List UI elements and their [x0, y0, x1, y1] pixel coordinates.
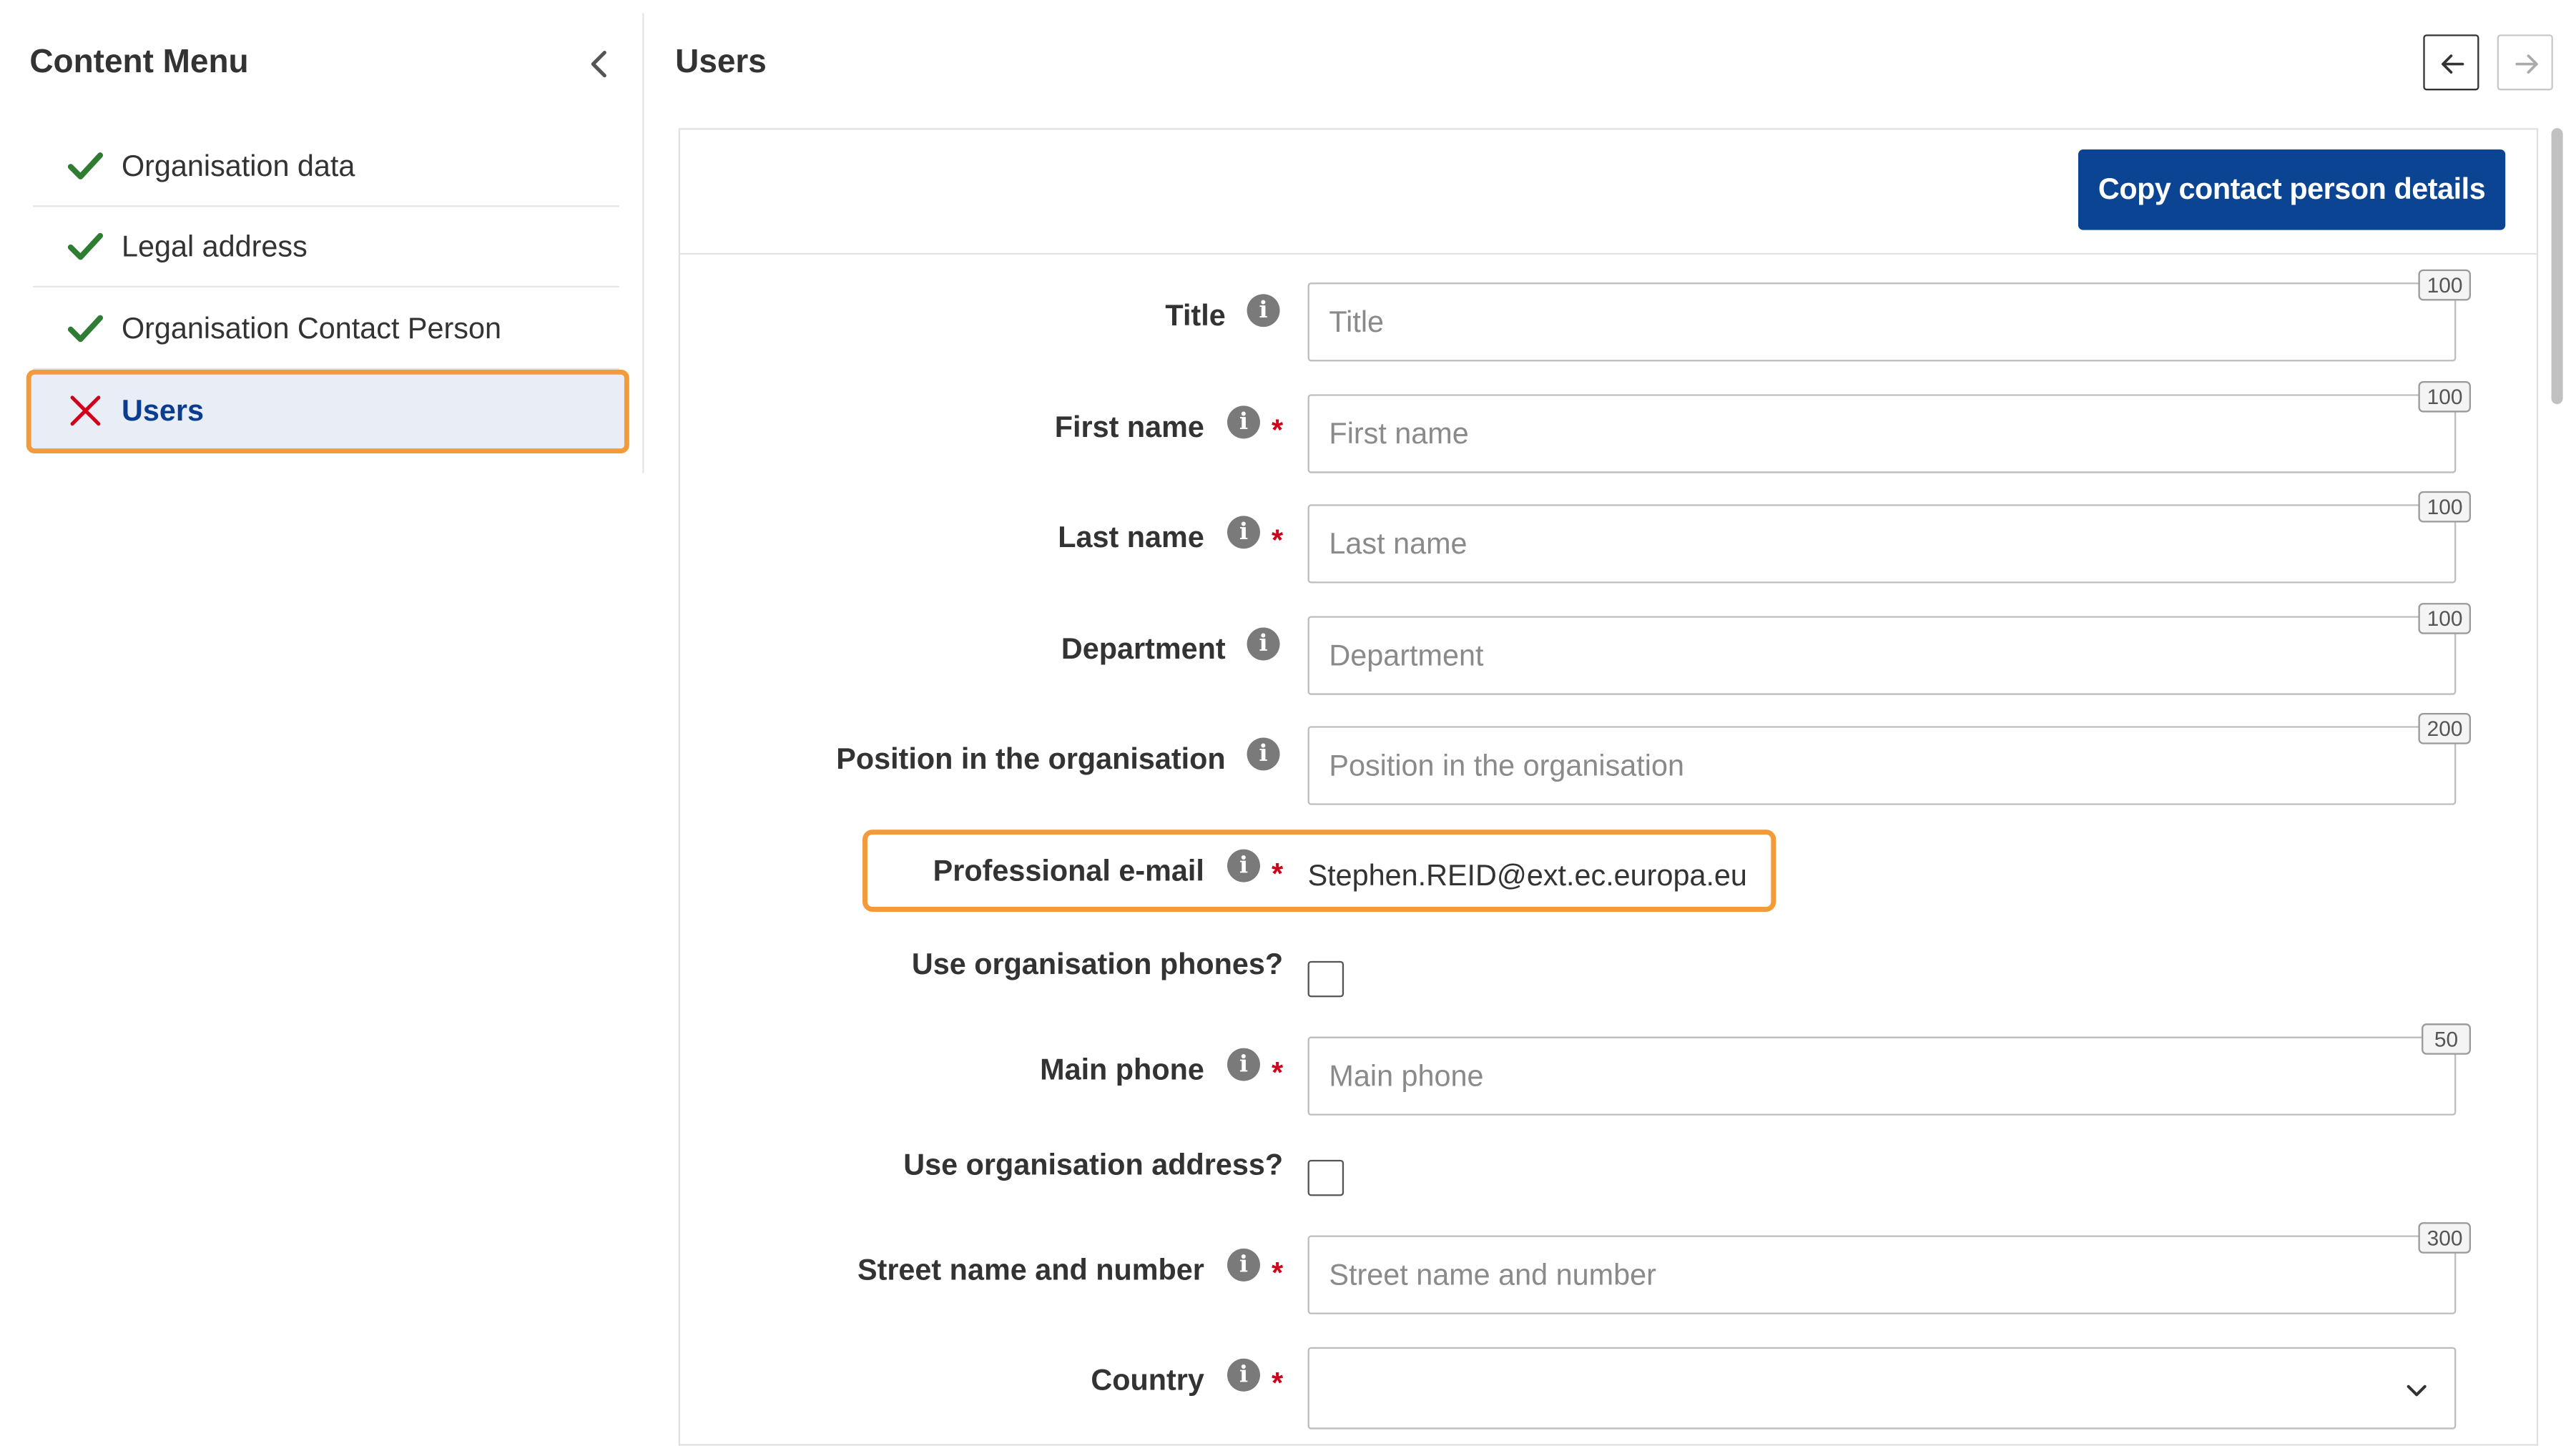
- department-input[interactable]: [1309, 617, 2414, 694]
- sidebar-divider: [642, 13, 644, 473]
- last-name-input[interactable]: [1309, 506, 2414, 582]
- first-name-char-limit-badge: 100: [2419, 380, 2471, 413]
- title-label: Title: [1165, 299, 1226, 333]
- position-input[interactable]: [1309, 727, 2414, 804]
- department-label: Department: [1061, 632, 1226, 666]
- check-icon: [67, 152, 104, 179]
- info-icon[interactable]: i: [1227, 1248, 1260, 1282]
- last-name-field[interactable]: 100: [1307, 491, 2471, 584]
- info-icon[interactable]: i: [1227, 516, 1260, 549]
- info-icon[interactable]: i: [1247, 627, 1280, 661]
- next-section-button[interactable]: [2497, 34, 2553, 91]
- previous-section-button[interactable]: [2423, 34, 2479, 91]
- email-label: Professional e-mail: [933, 854, 1204, 887]
- last-name-label: Last name: [1058, 521, 1204, 554]
- country-select[interactable]: [1307, 1347, 2457, 1430]
- main-phone-char-limit-badge: 50: [2422, 1023, 2471, 1055]
- required-asterisk: *: [1272, 1256, 1284, 1290]
- position-char-limit-badge: 200: [2419, 712, 2471, 744]
- check-icon: [67, 315, 104, 343]
- required-asterisk: *: [1272, 1056, 1284, 1090]
- position-label: Position in the organisation: [836, 742, 1226, 776]
- email-value: Stephen.REID@ext.ec.europa.eu: [1307, 859, 1747, 892]
- use-org-phones-label: Use organisation phones?: [911, 948, 1284, 981]
- info-icon[interactable]: i: [1227, 849, 1260, 882]
- main-phone-input[interactable]: [1309, 1038, 2414, 1114]
- arrow-left-icon: [2442, 54, 2464, 74]
- arrow-right-icon: [2515, 54, 2538, 74]
- title-input[interactable]: [1309, 284, 2414, 360]
- sidebar-item-legal-address[interactable]: Legal address: [32, 207, 620, 288]
- chevron-left-icon: [591, 50, 606, 78]
- use-org-phones-checkbox[interactable]: [1307, 960, 1344, 998]
- scrollbar-thumb[interactable]: [2551, 128, 2563, 405]
- required-asterisk: *: [1272, 1367, 1284, 1400]
- sidebar-item-label: Organisation data: [121, 149, 355, 182]
- title-char-limit-badge: 100: [2419, 269, 2471, 301]
- required-asterisk: *: [1272, 413, 1284, 447]
- check-icon: [67, 232, 104, 260]
- chevron-down-icon: [2407, 1384, 2427, 1397]
- use-org-address-label: Use organisation address?: [903, 1148, 1284, 1181]
- sidebar-item-label: Legal address: [121, 230, 308, 263]
- use-org-address-checkbox[interactable]: [1307, 1159, 1344, 1196]
- street-char-limit-badge: 300: [2419, 1222, 2471, 1254]
- main-phone-label: Main phone: [1040, 1053, 1204, 1086]
- required-asterisk: *: [1272, 857, 1284, 891]
- first-name-field[interactable]: 100: [1307, 380, 2471, 473]
- street-label: Street name and number: [857, 1253, 1204, 1287]
- first-name-input[interactable]: [1309, 395, 2414, 472]
- country-label: Country: [1091, 1363, 1204, 1397]
- copy-contact-person-details-button[interactable]: Copy contact person details: [2078, 149, 2506, 230]
- sidebar-item-organisation-data[interactable]: Organisation data: [32, 127, 620, 207]
- info-icon[interactable]: i: [1227, 405, 1260, 439]
- sidebar-item-organisation-contact-person[interactable]: Organisation Contact Person: [32, 289, 620, 370]
- sidebar-item-label: Organisation Contact Person: [121, 312, 501, 345]
- info-icon[interactable]: i: [1227, 1048, 1260, 1081]
- department-char-limit-badge: 100: [2419, 603, 2471, 634]
- main-phone-field[interactable]: 50: [1307, 1023, 2471, 1116]
- collapse-sidebar-button[interactable]: [579, 43, 621, 86]
- sidebar-item-users[interactable]: Users: [26, 369, 629, 454]
- info-icon[interactable]: i: [1247, 294, 1280, 328]
- info-icon[interactable]: i: [1227, 1358, 1260, 1392]
- last-name-char-limit-badge: 100: [2419, 491, 2471, 523]
- page-title: Users: [675, 44, 767, 81]
- content-menu-sidebar: Content Menu Organisation data Legal add…: [0, 0, 644, 1421]
- street-field[interactable]: 300: [1307, 1222, 2471, 1314]
- cross-icon: [70, 395, 101, 426]
- position-field[interactable]: 200: [1307, 712, 2471, 805]
- department-field[interactable]: 100: [1307, 603, 2471, 695]
- first-name-label: First name: [1054, 410, 1204, 444]
- card-toolbar: Copy contact person details: [680, 129, 2537, 255]
- title-field[interactable]: 100: [1307, 269, 2471, 362]
- street-input[interactable]: [1309, 1236, 2414, 1313]
- info-icon[interactable]: i: [1247, 737, 1280, 771]
- required-asterisk: *: [1272, 523, 1284, 557]
- sidebar-title: Content Menu: [29, 44, 249, 81]
- sidebar-item-label: Users: [121, 394, 204, 428]
